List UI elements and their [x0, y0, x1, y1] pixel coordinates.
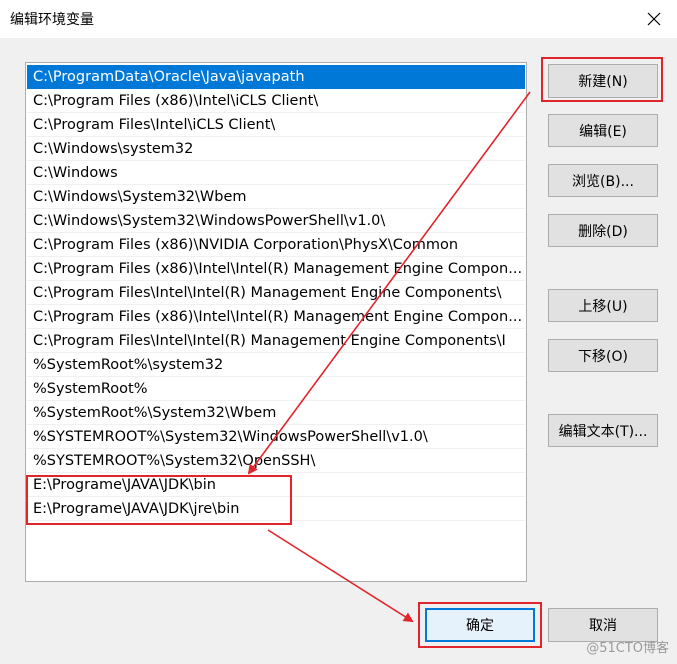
watermark: @51CTO博客 [586, 641, 669, 656]
path-list-item[interactable]: %SystemRoot% [27, 377, 525, 401]
ok-button[interactable]: 确定 [425, 608, 535, 642]
path-list-item[interactable]: C:\Program Files\Intel\Intel(R) Manageme… [27, 329, 525, 353]
window-title: 编辑环境变量 [10, 12, 94, 28]
path-list-item[interactable]: C:\Windows [27, 161, 525, 185]
path-list-item[interactable]: %SYSTEMROOT%\System32\OpenSSH\ [27, 449, 525, 473]
path-list-item[interactable]: C:\ProgramData\Oracle\Java\javapath [27, 65, 525, 89]
browse-button[interactable]: 浏览(B)... [548, 164, 658, 197]
path-list-item[interactable]: C:\Program Files (x86)\Intel\iCLS Client… [27, 89, 525, 113]
path-list-item[interactable]: C:\Program Files (x86)\NVIDIA Corporatio… [27, 233, 525, 257]
path-list-item[interactable]: %SystemRoot%\System32\Wbem [27, 401, 525, 425]
path-list-item[interactable]: C:\Program Files (x86)\Intel\Intel(R) Ma… [27, 257, 525, 281]
edit-text-button[interactable]: 编辑文本(T)... [548, 414, 658, 447]
move-down-button[interactable]: 下移(O) [548, 339, 658, 372]
title-bar: 编辑环境变量 [0, 0, 677, 38]
edit-button[interactable]: 编辑(E) [548, 114, 658, 147]
new-button[interactable]: 新建(N) [548, 64, 658, 98]
delete-button[interactable]: 删除(D) [548, 214, 658, 247]
move-up-button[interactable]: 上移(U) [548, 289, 658, 322]
path-list-item[interactable]: C:\Program Files\Intel\Intel(R) Manageme… [27, 281, 525, 305]
path-list-item[interactable]: E:\Programe\JAVA\JDK\jre\bin [27, 497, 525, 521]
path-list-item[interactable]: C:\Program Files\Intel\iCLS Client\ [27, 113, 525, 137]
path-list-item[interactable]: %SYSTEMROOT%\System32\WindowsPowerShell\… [27, 425, 525, 449]
path-list-item[interactable]: C:\Windows\System32\Wbem [27, 185, 525, 209]
path-list-item[interactable]: C:\Windows\system32 [27, 137, 525, 161]
path-list-item[interactable]: E:\Programe\JAVA\JDK\bin [27, 473, 525, 497]
close-icon [647, 12, 661, 26]
path-list-item[interactable]: %SystemRoot%\system32 [27, 353, 525, 377]
path-list-item[interactable]: C:\Program Files (x86)\Intel\Intel(R) Ma… [27, 305, 525, 329]
path-list-item[interactable]: C:\Windows\System32\WindowsPowerShell\v1… [27, 209, 525, 233]
path-list[interactable]: C:\ProgramData\Oracle\Java\javapath C:\Pr… [25, 62, 527, 582]
close-button[interactable] [631, 0, 677, 38]
